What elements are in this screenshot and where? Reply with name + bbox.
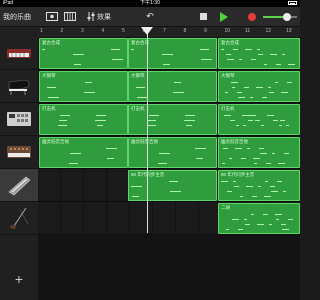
midi-region[interactable]: 复古合成 — [218, 38, 300, 69]
slider-knob[interactable] — [282, 12, 291, 21]
bar-number: 2 — [60, 28, 64, 34]
bar-number: 4 — [101, 28, 105, 34]
region-name: 幽灵低音吉他 — [131, 139, 158, 144]
midi-region[interactable]: 大钢琴 — [128, 71, 217, 102]
region-name: 二胡 — [221, 205, 230, 210]
browser-view-icon[interactable] — [45, 7, 59, 26]
track-lane-grand-piano[interactable]: 大钢琴 大钢琴 大钢琴 — [38, 70, 300, 103]
track-lane-keytar[interactable]: 80 年代同步主音 80 年代同步主音 — [38, 169, 300, 202]
region-name: 幽灵低音吉他 — [42, 139, 69, 144]
synth-keyboard-icon — [7, 49, 31, 58]
status-bar: iPad 下午1:30 — [0, 0, 300, 7]
erhu-icon — [10, 207, 29, 229]
region-name: 80 年代同步主音 — [221, 172, 255, 177]
track-header-piano[interactable] — [0, 70, 38, 103]
region-name: 大钢琴 — [221, 73, 235, 78]
mixer-icon — [87, 12, 95, 21]
midi-region[interactable]: 复古合成 — [128, 38, 217, 69]
region-name: 打击机 — [42, 106, 56, 111]
track-lane-drum-machine[interactable]: 打击机 打击机 打击机 — [38, 103, 300, 136]
my-songs-button[interactable]: 我的乐曲 — [3, 7, 39, 26]
grand-piano-icon — [8, 79, 30, 95]
midi-region[interactable]: 幽灵低音吉他 — [128, 137, 217, 168]
tracks-area[interactable]: 复古合成 复古合成 复古合成 大钢琴 大钢琴 大钢琴 打击机 打击机 打击机 幽灵低音吉他 幽灵低音… — [38, 37, 300, 300]
battery-icon — [288, 1, 297, 5]
bar-number: 5 — [122, 28, 125, 34]
track-lane-smart-strings[interactable]: 幽灵低音吉他 幽灵低音吉他 幽灵低音吉他 — [38, 136, 300, 169]
play-icon — [220, 11, 228, 22]
bar-number: 9 — [204, 28, 207, 34]
region-name: 打击机 — [221, 106, 235, 111]
midi-region[interactable]: 大钢琴 — [218, 71, 300, 102]
analog-synth-icon — [7, 146, 31, 158]
midi-region[interactable]: 大钢琴 — [39, 71, 128, 102]
bar-number: 13 — [286, 28, 292, 34]
midi-region[interactable]: 二胡 — [218, 203, 300, 234]
track-header-keyboard[interactable] — [0, 37, 38, 70]
track-header-drum-machine[interactable] — [0, 103, 38, 136]
region-name: 大钢琴 — [42, 73, 56, 78]
toolbar: 我的乐曲 效果 ↶ — [0, 7, 300, 27]
undo-icon[interactable]: ↶ — [144, 7, 156, 26]
bar-number: 12 — [265, 28, 272, 34]
track-header-keytar[interactable] — [0, 169, 38, 202]
region-name: 复古合成 — [42, 40, 60, 45]
midi-region[interactable]: 打击机 — [128, 104, 217, 135]
bar-number: 1 — [40, 28, 43, 34]
play-button[interactable] — [216, 7, 232, 26]
stop-icon — [199, 13, 207, 20]
track-header-synth[interactable] — [0, 136, 38, 169]
region-name: 大钢琴 — [131, 73, 145, 78]
track-lane-guitar[interactable]: 二胡 — [38, 202, 300, 235]
bar-number: 3 — [81, 28, 84, 34]
bar-number: 10 — [224, 28, 231, 34]
region-name: 复古合成 — [221, 40, 239, 45]
bar-number: 8 — [183, 28, 187, 34]
playhead-handle[interactable] — [141, 27, 153, 35]
effects-label: 效果 — [97, 13, 111, 21]
record-button[interactable] — [244, 7, 260, 26]
bar-number: 11 — [245, 28, 251, 34]
midi-region[interactable]: 打击机 — [218, 104, 300, 135]
stop-button[interactable] — [195, 7, 211, 26]
midi-region[interactable]: 复古合成 — [39, 38, 128, 69]
midi-region[interactable]: 幽灵低音吉他 — [218, 137, 300, 168]
add-track-button[interactable]: + — [0, 271, 38, 287]
region-name: 打击机 — [131, 106, 145, 111]
track-header-guitar[interactable] — [0, 202, 38, 235]
track-lane-keyboard-synth[interactable]: 复古合成 复古合成 复古合成 — [38, 37, 300, 70]
clock: 下午1:30 — [140, 0, 160, 6]
region-name: 幽灵低音吉他 — [221, 139, 248, 144]
keyboard-icon[interactable] — [63, 7, 77, 26]
keytar-icon — [8, 176, 31, 196]
playhead-line — [147, 27, 148, 233]
track-headers: + — [0, 27, 39, 300]
record-icon — [248, 12, 256, 21]
bar-number: 7 — [163, 28, 166, 34]
master-volume-slider[interactable] — [262, 7, 298, 26]
effects-button[interactable]: 效果 — [84, 7, 114, 26]
midi-region[interactable]: 80 年代同步主音 — [128, 170, 217, 201]
midi-region[interactable]: 幽灵低音吉他 — [39, 137, 128, 168]
midi-region[interactable]: 打击机 — [39, 104, 128, 135]
midi-region[interactable]: 80 年代同步主音 — [218, 170, 300, 201]
drum-machine-icon — [7, 112, 31, 126]
